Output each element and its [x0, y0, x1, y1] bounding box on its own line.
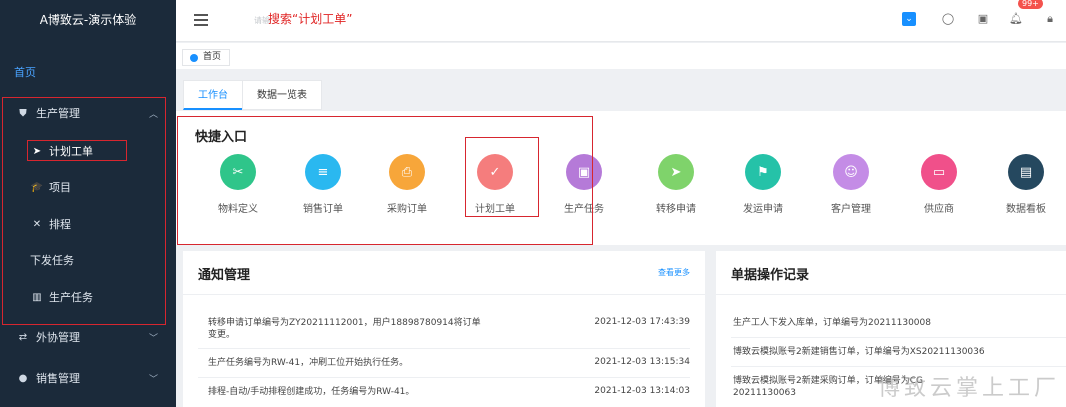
list-item[interactable]: 生产任务编号为RW-41，冲刷工位开始执行任务。 2021-12-03 13:1… [198, 349, 690, 378]
quick-entry-label: 供应商 [924, 204, 954, 215]
active-dot-icon [190, 54, 198, 62]
customer-icon: ☺ [833, 154, 869, 190]
lock-icon[interactable]: 🔒︎ [1043, 12, 1057, 26]
notice-time: 2021-12-03 13:14:03 [594, 386, 690, 396]
quick-entry-label: 发运申请 [743, 204, 783, 215]
dropdown-icon[interactable]: ⌄ [902, 12, 916, 26]
chevron-down-icon: ﹀ [148, 333, 158, 344]
dashboard-icon: ▤ [1008, 154, 1044, 190]
menu-icon[interactable] [194, 14, 208, 26]
quick-entry-transfer[interactable]: ➤ 转移申请 [641, 154, 711, 215]
transfer-icon: ➤ [658, 154, 694, 190]
supplier-icon: ▭ [921, 154, 957, 190]
coins-icon: ● [18, 372, 28, 384]
quick-entry-supplier[interactable]: ▭ 供应商 [904, 154, 974, 215]
quick-entry-dashboard[interactable]: ▤ 数据看板 [991, 154, 1061, 215]
notice-text: 生产任务编号为RW-41，冲刷工位开始执行任务。 [208, 358, 409, 368]
record-text: 博致云模拟账号2新建销售订单，订单编号为XS20211130036 [733, 347, 985, 357]
notice-text: 转移申请订单编号为ZY20211112001，用户18898780914将订单变… [208, 318, 481, 340]
top-header: 请输 搜索“计划工单” ⌄ ◯ ▣ 🔔︎ 99+ 🔒︎ [176, 0, 1066, 42]
tab-strip: 工作台 数据一览表 [183, 80, 322, 110]
tag-bar: 首页 [176, 43, 1066, 69]
quick-entry-label: 客户管理 [831, 204, 871, 215]
record-text: 生产工人下发入库单，订单编号为20211130008 [733, 318, 931, 328]
quick-entry-label: 数据看板 [1006, 204, 1046, 215]
search-hint: 搜索“计划工单” [268, 12, 353, 26]
chat-icon[interactable]: ◯ [941, 12, 955, 26]
highlight-box-plan-order [27, 140, 127, 161]
tag-home[interactable]: 首页 [182, 49, 231, 66]
app-title: A博致云-演示体验 [39, 13, 137, 27]
sidebar-group-label: 外协管理 [36, 331, 80, 344]
save-icon[interactable]: ▣ [976, 12, 990, 26]
quick-entry-customer[interactable]: ☺ 客户管理 [816, 154, 886, 215]
shipping-icon: ⚑ [745, 154, 781, 190]
notification-badge: 99+ [1018, 0, 1043, 9]
chevron-down-icon: ﹀ [148, 374, 158, 385]
sidebar-group-sales[interactable]: ● 销售管理 ﹀ [0, 364, 176, 392]
list-item[interactable]: 生产工人下发入库单，订单编号为20211130008 [731, 309, 1066, 338]
quick-entry-label: 转移申请 [656, 204, 696, 215]
list-item[interactable]: 排程-自动/手动排程创建成功，任务编号为RW-41。 2021-12-03 13… [198, 378, 690, 407]
highlight-box-production [2, 97, 166, 325]
exchange-icon: ⇄ [18, 331, 28, 343]
sidebar-item-home[interactable]: 首页 [14, 64, 36, 80]
notice-title: 通知管理 [198, 268, 251, 283]
notice-panel: 通知管理 查看更多 转移申请订单编号为ZY20211112001，用户18898… [183, 251, 705, 407]
notice-text: 排程-自动/手动排程创建成功，任务编号为RW-41。 [208, 387, 415, 397]
bell-icon[interactable]: 🔔︎ [1009, 12, 1023, 26]
tab-data-overview[interactable]: 数据一览表 [242, 80, 322, 110]
sidebar-group-outsourcing[interactable]: ⇄ 外协管理 ﹀ [0, 323, 176, 351]
tag-label: 首页 [203, 52, 222, 62]
watermark: 博致云掌上工厂 [877, 376, 1060, 401]
quick-entry-shipping[interactable]: ⚑ 发运申请 [728, 154, 798, 215]
notice-time: 2021-12-03 13:15:34 [594, 357, 690, 367]
view-more-link[interactable]: 查看更多 [658, 267, 690, 278]
list-item[interactable]: 转移申请订单编号为ZY20211112001，用户18898780914将订单变… [198, 309, 690, 349]
list-item[interactable]: 博致云模拟账号2新建销售订单，订单编号为XS20211130036 [731, 338, 1066, 367]
highlight-box-plan-order-shortcut [465, 137, 539, 217]
tab-workbench[interactable]: 工作台 [183, 80, 243, 110]
sidebar-group-label: 销售管理 [36, 372, 80, 385]
notice-time: 2021-12-03 17:43:39 [594, 317, 690, 327]
records-title: 单据操作记录 [731, 268, 810, 283]
